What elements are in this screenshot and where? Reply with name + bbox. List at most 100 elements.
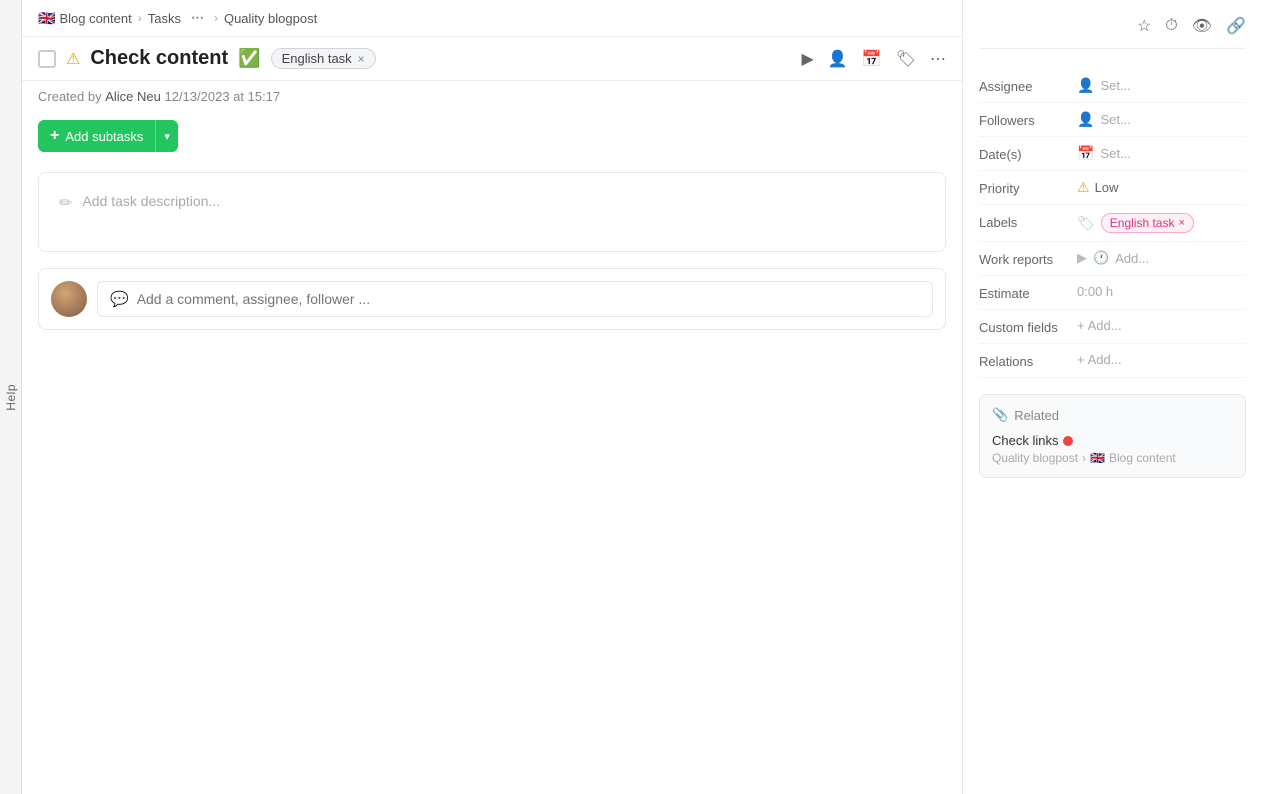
chat-icon: 💬 <box>110 290 129 308</box>
task-tag-close-icon[interactable]: × <box>358 52 365 66</box>
task-tag-label: English task <box>282 51 352 66</box>
breadcrumb-item-quality-blogpost[interactable]: Quality blogpost <box>224 11 317 26</box>
description-box[interactable]: ✏ Add task description... <box>38 172 946 252</box>
plus-icon: + <box>50 127 59 145</box>
warning-icon: ⚠ <box>66 49 80 69</box>
related-section: 📎 Related Check links Quality blogpost ›… <box>979 394 1246 478</box>
timer-icon[interactable]: ⏱ <box>1165 17 1177 35</box>
task-body: ✏ Add task description... 💬 <box>22 160 962 794</box>
priority-low: ⚠ Low <box>1077 179 1118 196</box>
work-reports-value[interactable]: ▶ 🕐 Add... <box>1077 250 1246 266</box>
work-reports-field: Work reports ▶ 🕐 Add... <box>979 242 1246 276</box>
relations-add-text: Add... <box>1088 352 1122 367</box>
breadcrumb: 🇬🇧 Blog content › Tasks ⋯ › Quality blog… <box>22 0 962 37</box>
related-label: Related <box>1014 408 1059 423</box>
task-tag-english[interactable]: English task × <box>271 48 376 69</box>
relations-plus-icon: + <box>1077 352 1085 367</box>
labels-field: Labels 🏷 English task × <box>979 205 1246 242</box>
comment-input-wrapper[interactable]: 💬 <box>97 281 933 317</box>
dates-set-text: Set... <box>1100 146 1130 161</box>
dates-label: Date(s) <box>979 145 1069 162</box>
related-link-path-text: Quality blogpost <box>992 451 1078 465</box>
followers-label: Followers <box>979 111 1069 128</box>
estimate-label: Estimate <box>979 284 1069 301</box>
assignee-set-text: Set... <box>1100 78 1130 93</box>
comment-box: 💬 <box>38 268 946 330</box>
custom-fields-plus-icon: + <box>1077 318 1085 333</box>
add-subtasks-button[interactable]: + Add subtasks <box>38 120 155 152</box>
add-subtasks-label: Add subtasks <box>65 129 143 144</box>
more-options-icon[interactable]: ⋯ <box>930 49 946 69</box>
main-content: 🇬🇧 Blog content › Tasks ⋯ › Quality blog… <box>22 0 962 794</box>
related-link[interactable]: Check links Quality blogpost › 🇬🇧 Blog c… <box>992 433 1233 465</box>
custom-fields-add-button[interactable]: + Add... <box>1077 318 1122 333</box>
help-tab[interactable]: Help <box>0 0 22 794</box>
sidebar-header-icons: ☆ ⏱ 👁 🔗 <box>979 16 1246 49</box>
followers-field: Followers 👤 Set... <box>979 103 1246 137</box>
work-reports-clock-icon: 🕐 <box>1093 250 1109 266</box>
user-assign-icon[interactable]: 👤 <box>828 49 848 69</box>
breadcrumb-item-tasks[interactable]: Tasks <box>148 11 181 26</box>
assignee-icon: 👤 <box>1077 77 1094 94</box>
work-reports-add-button[interactable]: Add... <box>1115 251 1149 266</box>
followers-set-text: Set... <box>1100 112 1130 127</box>
labels-label: Labels <box>979 213 1069 230</box>
related-link-title-text: Check links <box>992 433 1058 448</box>
star-icon[interactable]: ☆ <box>1137 16 1151 36</box>
estimate-time: 0:00 h <box>1077 284 1113 299</box>
related-link-flag-icon: 🇬🇧 <box>1090 451 1105 465</box>
related-header: 📎 Related <box>992 407 1233 423</box>
labels-value: 🏷 English task × <box>1077 213 1246 233</box>
estimate-value[interactable]: 0:00 h <box>1077 284 1246 299</box>
label-tag-close-icon[interactable]: × <box>1178 217 1184 229</box>
relations-value[interactable]: + Add... <box>1077 352 1246 367</box>
avatar-image <box>51 281 87 317</box>
assignee-value[interactable]: 👤 Set... <box>1077 77 1246 94</box>
breadcrumb-more-button[interactable]: ⋯ <box>187 8 208 28</box>
label-tag-text: English task <box>1110 216 1175 230</box>
paperclip-icon: 📎 <box>992 407 1008 423</box>
estimate-field: Estimate 0:00 h <box>979 276 1246 310</box>
priority-field: Priority ⚠ Low <box>979 171 1246 205</box>
breadcrumb-item-blog-content[interactable]: 🇬🇧 Blog content <box>38 10 132 27</box>
assignee-field: Assignee 👤 Set... <box>979 69 1246 103</box>
calendar-icon[interactable]: 📅 <box>862 49 882 69</box>
eye-icon[interactable]: 👁 <box>1192 16 1212 36</box>
relations-field: Relations + Add... <box>979 344 1246 378</box>
pencil-icon: ✏ <box>59 193 72 213</box>
relations-label: Relations <box>979 352 1069 369</box>
task-title: Check content <box>90 47 228 70</box>
breadcrumb-quality-blogpost-label: Quality blogpost <box>224 11 317 26</box>
dates-value[interactable]: 📅 Set... <box>1077 145 1246 162</box>
help-tab-label: Help <box>4 384 18 411</box>
breadcrumb-blog-content-label: Blog content <box>59 11 131 26</box>
custom-fields-label: Custom fields <box>979 318 1069 335</box>
task-checkbox[interactable] <box>38 50 56 68</box>
dates-field: Date(s) 📅 Set... <box>979 137 1246 171</box>
description-placeholder: Add task description... <box>82 193 220 209</box>
priority-value[interactable]: ⚠ Low <box>1077 179 1246 196</box>
subtasks-area: + Add subtasks ▾ <box>22 112 962 160</box>
labels-tag-icon: 🏷 <box>1077 215 1095 232</box>
link-icon[interactable]: 🔗 <box>1226 16 1246 36</box>
add-subtasks-dropdown-button[interactable]: ▾ <box>155 120 178 152</box>
breadcrumb-tasks-label: Tasks <box>148 11 181 26</box>
add-subtasks-group: + Add subtasks ▾ <box>38 120 946 152</box>
work-reports-add-text: Add... <box>1115 251 1149 266</box>
task-completed-icon: ✅ <box>238 48 260 69</box>
chevron-down-icon: ▾ <box>164 131 170 143</box>
work-reports-play-icon: ▶ <box>1077 250 1087 266</box>
comment-input[interactable] <box>137 291 920 307</box>
related-link-path: Quality blogpost › 🇬🇧 Blog content <box>992 451 1233 465</box>
tag-icon[interactable]: 🏷 <box>896 49 916 69</box>
custom-fields-value[interactable]: + Add... <box>1077 318 1246 333</box>
play-icon[interactable]: ▶ <box>802 49 814 69</box>
task-date: 12/13/2023 at 15:17 <box>164 89 280 104</box>
relations-add-button[interactable]: + Add... <box>1077 352 1122 367</box>
label-tag-english[interactable]: English task × <box>1101 213 1194 233</box>
priority-low-text: Low <box>1095 180 1119 195</box>
task-header-actions: ▶ 👤 📅 🏷 ⋯ <box>802 49 946 69</box>
followers-value[interactable]: 👤 Set... <box>1077 111 1246 128</box>
priority-warning-icon: ⚠ <box>1077 179 1090 196</box>
work-reports-label: Work reports <box>979 250 1069 267</box>
